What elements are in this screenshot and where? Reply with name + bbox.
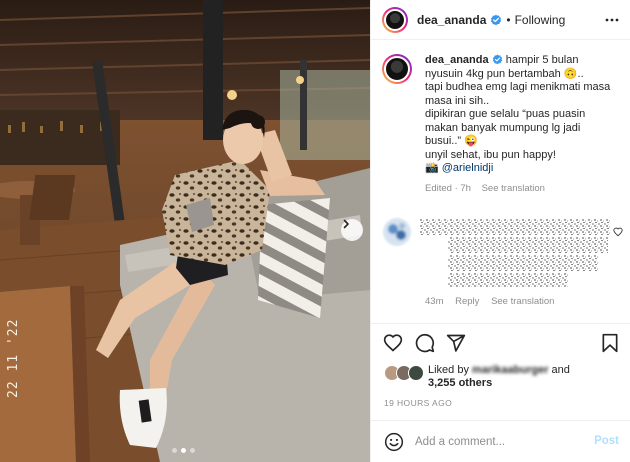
caption-line: unyil sehat, ibu pun happy! [425,148,556,161]
avatar[interactable] [408,365,424,381]
more-icon[interactable] [605,14,619,26]
see-translation-link[interactable]: See translation [491,296,554,307]
post-side-panel: dea_ananda • Following dea_ananda hampir… [370,0,630,462]
liked-by-label: Liked by [428,364,469,376]
see-translation-link[interactable]: See translation [482,183,545,194]
likes-count-link[interactable]: 3,255 others [428,377,492,389]
comment-time: 43m [425,296,444,307]
edited-label: Edited · 7h [425,182,471,194]
likes-text: Liked by marikaaburger and 3,255 others [428,364,628,390]
comment-input[interactable] [415,432,580,452]
carousel-dot [172,448,177,453]
comment-meta: 43m Reply See translation [425,296,563,307]
header-username[interactable]: dea_ananda [417,13,486,27]
post-photo[interactable]: 22 11 '22 [0,0,370,462]
caption-username[interactable]: dea_ananda [425,54,489,66]
bookmark-icon[interactable] [601,333,619,353]
share-icon[interactable] [446,333,466,353]
avatar[interactable] [382,6,408,33]
chevron-right-icon [343,219,349,229]
avatar[interactable] [382,54,412,84]
post-header: dea_ananda • Following [371,0,630,40]
comment-icon[interactable] [415,333,435,353]
following-button[interactable]: Following [515,13,566,27]
caption-line: hampir 5 bulan [505,54,579,66]
liked-by-user[interactable]: marikaaburger [472,364,548,377]
post-timestamp[interactable]: 19 HOURS AGO [384,398,452,408]
heart-icon[interactable] [383,333,403,353]
comment-item: 43m Reply See translation [382,217,627,317]
photo-date-stamp: 22 11 '22 [6,318,21,398]
like-comment-heart-icon[interactable] [613,227,623,237]
caption-line: tapi budhea emg lagi menikmati masa [425,81,611,93]
photo-scene [0,0,370,462]
verified-icon [492,54,502,65]
carousel-indicator [172,448,195,453]
verified-icon [491,14,502,25]
carousel-next-button[interactable] [341,219,363,241]
action-bar [371,323,630,363]
caption-text: dea_ananda hampir 5 bulan nyusuin 4kg pu… [425,54,625,195]
carousel-dot [190,448,195,453]
avatar[interactable] [382,217,412,247]
comments-section: dea_ananda hampir 5 bulan nyusuin 4kg pu… [371,41,630,321]
caption-line: nyusuin 4kg pun bertambah 🙃.. [425,67,584,80]
camera-emoji: 📸 [425,162,439,174]
and-label: and [551,364,570,376]
likes-summary: Liked by marikaaburger and 3,255 others [384,362,624,392]
carousel-dot-active [181,448,186,453]
emoji-icon[interactable] [384,432,404,452]
caption-line: busui..” 😜 [425,135,478,147]
blurred-comment-text [420,219,610,287]
reply-link[interactable]: Reply [455,296,479,307]
caption-line: makan banyak mumpung lg jadi [425,121,581,134]
caption-line: dipikiran gue selalu “puas puasin [425,108,586,120]
mention-link[interactable]: @arielnidji [442,162,494,174]
header-separator: • [506,12,511,27]
add-comment-bar: Post [371,420,630,462]
caption-line: masa ini sih.. [425,94,490,107]
post-comment-button[interactable]: Post [594,435,619,447]
